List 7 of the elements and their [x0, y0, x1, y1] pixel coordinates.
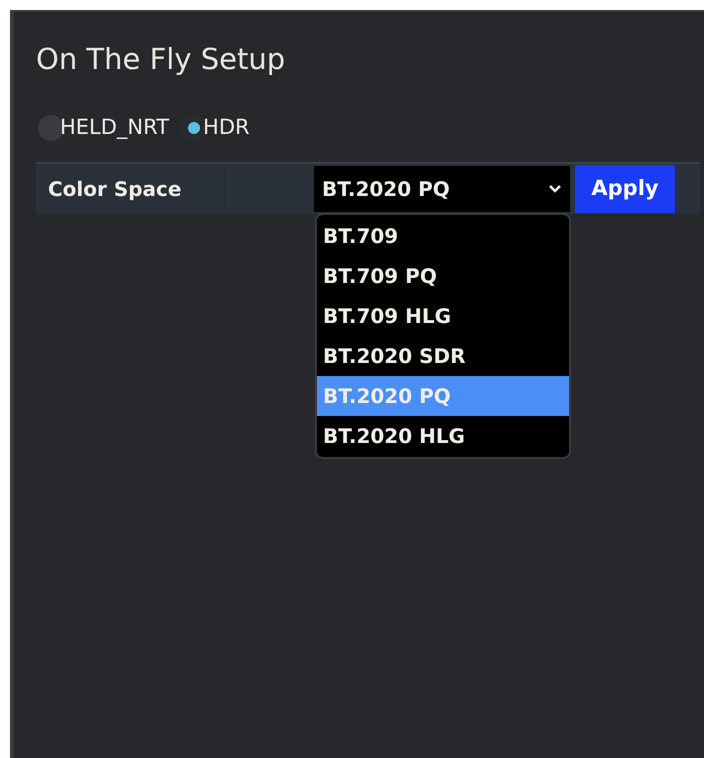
color-space-select[interactable]: BT.2020 PQ	[314, 166, 570, 212]
chevron-down-icon	[548, 184, 562, 194]
setting-label: Color Space	[36, 164, 226, 214]
panel-title: On The Fly Setup	[36, 41, 286, 78]
apply-button[interactable]: Apply	[575, 165, 675, 213]
radio-label: HELD_NRT	[60, 114, 170, 141]
radio-label: HDR	[203, 114, 250, 141]
